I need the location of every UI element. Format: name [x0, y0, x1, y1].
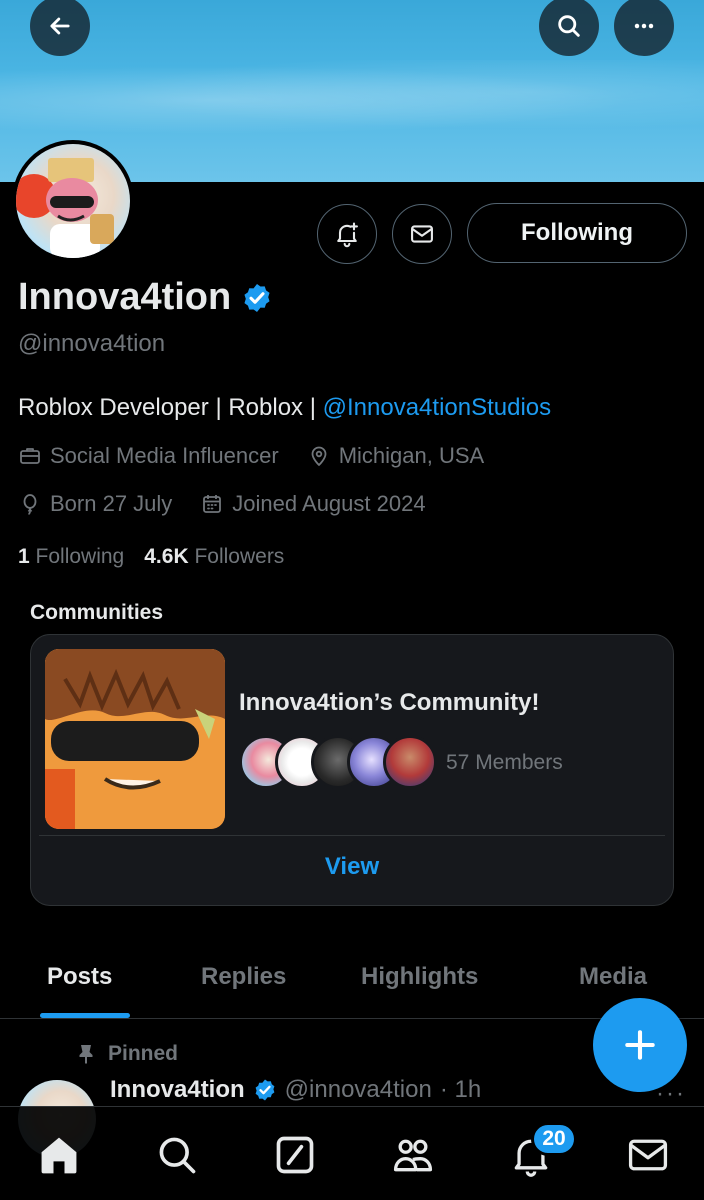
- bio-text: Roblox Developer | Roblox |: [18, 394, 323, 421]
- nav-search[interactable]: [155, 1133, 199, 1177]
- bottom-navigation: [0, 1106, 704, 1200]
- plus-icon: [625, 1030, 655, 1060]
- community-name: Innova4tion’s Community!: [239, 689, 540, 716]
- nav-communities[interactable]: [391, 1133, 435, 1177]
- post-header: Innova4tion @innova4tion · 1h: [110, 1076, 481, 1104]
- notify-button[interactable]: [317, 204, 377, 264]
- search-icon: [159, 1137, 196, 1174]
- tab-highlights[interactable]: Highlights: [361, 963, 478, 991]
- mail-icon: [628, 1139, 668, 1171]
- active-tab-indicator: [40, 1013, 130, 1018]
- nav-home[interactable]: [37, 1133, 81, 1177]
- following-button[interactable]: Following: [467, 203, 687, 263]
- community-artwork: [45, 649, 225, 829]
- pinned-indicator: Pinned: [76, 1042, 178, 1066]
- avatar-illustration: [16, 158, 114, 258]
- search-icon: [558, 15, 580, 37]
- arrow-left-icon: [50, 17, 70, 35]
- nav-messages[interactable]: [626, 1133, 670, 1177]
- community-card[interactable]: Innova4tion’s Community! 57 Members View: [30, 634, 674, 906]
- profile-meta-row-1: Social Media Influencer Michigan, USA: [18, 443, 512, 469]
- follow-stats: 1 Following 4.6K Followers: [18, 545, 284, 569]
- people-icon: [393, 1139, 433, 1172]
- profile-meta-row-2: Born 27 July Joined August 2024: [18, 491, 454, 517]
- tab-media[interactable]: Media: [579, 963, 647, 991]
- followers-count: 4.6K: [144, 545, 189, 568]
- tab-posts[interactable]: Posts: [47, 963, 112, 991]
- more-horizontal-icon: [634, 23, 654, 29]
- pin-icon: [79, 1045, 93, 1064]
- community-view-button[interactable]: View: [31, 853, 673, 881]
- following-stat-label: Following: [35, 545, 125, 568]
- tab-replies[interactable]: Replies: [201, 963, 286, 991]
- notifications-badge: 20: [531, 1122, 577, 1156]
- profile-tabs: Posts Replies Highlights Media: [0, 955, 704, 1019]
- following-count: 1: [18, 545, 30, 568]
- community-members-count: 57 Members: [446, 751, 563, 774]
- profile-name-row: Innova4tion: [18, 276, 273, 319]
- location-label: Michigan, USA: [338, 443, 485, 468]
- compose-button[interactable]: [593, 998, 687, 1092]
- post-author-name[interactable]: Innova4tion: [110, 1076, 245, 1104]
- followers-stat-label: Followers: [194, 545, 285, 568]
- community-member-avatars: [239, 735, 437, 789]
- profile-avatar[interactable]: [12, 140, 134, 262]
- bio-mention-link[interactable]: @Innova4tionStudios: [323, 394, 552, 421]
- profile-category: Social Media Influencer: [18, 443, 279, 469]
- message-button[interactable]: [392, 204, 452, 264]
- briefcase-icon: [20, 448, 40, 464]
- category-label: Social Media Influencer: [50, 443, 279, 468]
- community-card-divider: [39, 835, 665, 836]
- profile-handle: @innova4tion: [18, 330, 166, 357]
- joined-label: Joined August 2024: [232, 491, 426, 516]
- grok-icon: [276, 1136, 314, 1174]
- nav-grok[interactable]: [273, 1133, 317, 1177]
- balloon-icon: [23, 494, 37, 515]
- pinned-label: Pinned: [108, 1042, 179, 1065]
- birthday-label: Born 27 July: [50, 491, 173, 516]
- communities-heading: Communities: [30, 601, 164, 624]
- post-time: · 1h: [439, 1076, 482, 1103]
- profile-name: Innova4tion: [18, 276, 232, 318]
- calendar-icon: [203, 495, 222, 513]
- profile-bio: Roblox Developer | Roblox | @Innova4tion…: [18, 394, 551, 422]
- member-avatar: [383, 735, 437, 789]
- home-icon: [41, 1137, 77, 1174]
- followers-stat[interactable]: 4.6K Followers: [144, 545, 284, 569]
- profile-location: Michigan, USA: [307, 443, 485, 469]
- banner-clouds: [0, 60, 704, 140]
- location-pin-icon: [311, 446, 327, 466]
- community-image: [45, 649, 225, 829]
- post-author-handle: @innova4tion: [284, 1076, 432, 1103]
- bell-plus-icon: [337, 222, 358, 248]
- verified-badge-icon: [253, 1078, 277, 1102]
- profile-joined: Joined August 2024: [200, 491, 426, 517]
- profile-birthday: Born 27 July: [18, 491, 172, 517]
- mail-icon: [411, 225, 433, 243]
- following-stat[interactable]: 1 Following: [18, 545, 124, 569]
- verified-badge-icon[interactable]: [241, 282, 273, 314]
